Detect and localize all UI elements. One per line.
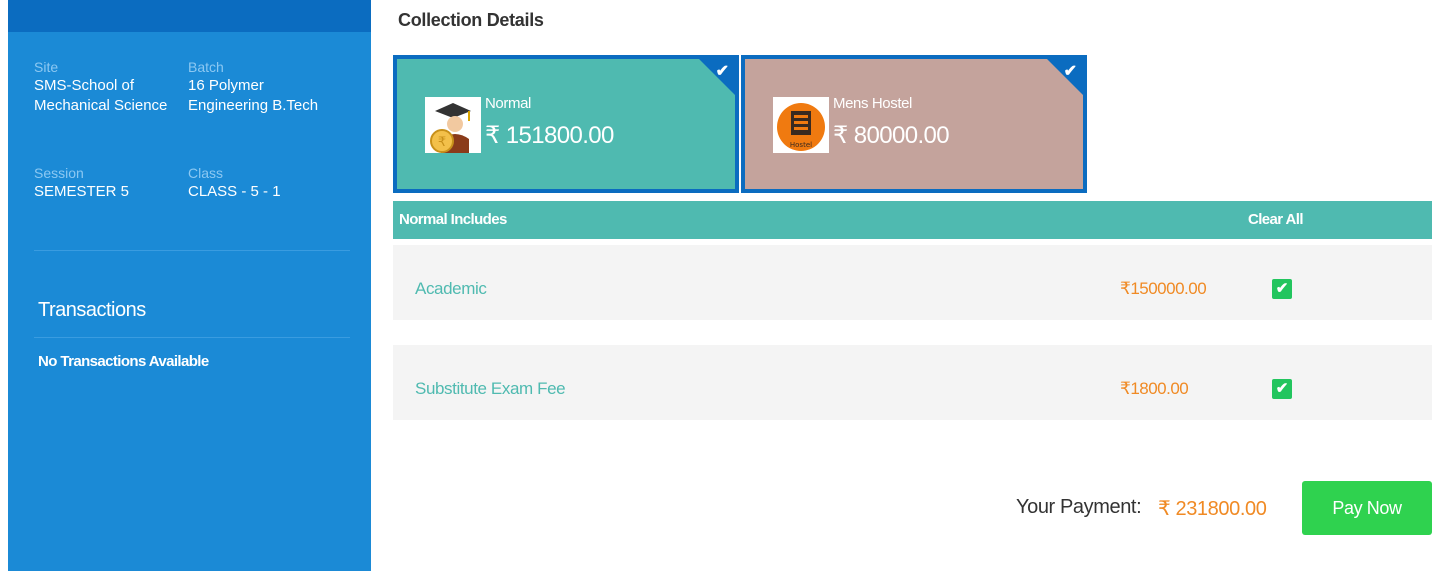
card-name: Mens Hostel [833,95,912,112]
payment-label: Your Payment: [1016,496,1142,518]
fee-card-mens-hostel[interactable]: ✔ Hostel Mens Hostel ₹ 80000.00 [741,55,1087,193]
sidebar: Site SMS-School of Mechanical Science Ba… [8,0,371,571]
hostel-icon: Hostel [773,97,829,153]
section-title: Collection Details [398,10,544,30]
card-amount: ₹ 80000.00 [833,122,950,149]
session-value: SEMESTER 5 [34,183,130,200]
batch-value-line1: 16 Polymer [188,77,264,94]
fee-checkbox[interactable]: ✔ [1272,279,1292,299]
session-info: Session SEMESTER 5 [34,164,194,202]
fee-name: Substitute Exam Fee [415,379,566,398]
svg-text:₹: ₹ [438,135,446,150]
batch-info: Batch 16 Polymer Engineering B.Tech [188,58,348,116]
sidebar-divider [34,250,350,251]
fee-card-normal[interactable]: ✔ ₹ Normal ₹ 151800.00 [393,55,739,193]
pay-now-button[interactable]: Pay Now [1302,481,1432,535]
fee-name: Academic [415,279,487,298]
fee-checkbox[interactable]: ✔ [1272,379,1292,399]
includes-title: Normal Includes [399,211,507,228]
session-label: Session [34,165,84,181]
card-name: Normal [485,95,531,112]
card-amount: ₹ 151800.00 [485,122,614,149]
site-label: Site [34,59,59,75]
fee-amount: ₹1800.00 [1120,379,1189,398]
fee-row-academic: Academic ₹150000.00 ✔ [393,245,1432,320]
hostel-icon-text: Hostel [790,141,812,149]
site-info: Site SMS-School of Mechanical Science [34,58,194,116]
transactions-title: Transactions [38,299,146,321]
checkmark-icon: ✔ [715,63,729,80]
graduate-icon: ₹ [425,97,481,153]
transactions-divider [34,337,350,338]
batch-value-line2: Engineering B.Tech [188,97,319,114]
class-value: CLASS - 5 - 1 [188,183,281,200]
site-value-line1: SMS-School of [34,77,135,94]
site-value-line2: Mechanical Science [34,97,168,114]
sidebar-header-bar [8,0,371,32]
transactions-empty-message: No Transactions Available [38,353,209,370]
batch-label: Batch [188,59,224,75]
payment-amount: ₹ 231800.00 [1158,498,1267,520]
class-info: Class CLASS - 5 - 1 [188,164,348,202]
includes-header: Normal Includes Clear All [393,201,1432,239]
page: Site SMS-School of Mechanical Science Ba… [0,0,1440,571]
class-label: Class [188,165,224,181]
fee-amount: ₹150000.00 [1120,279,1207,298]
checkmark-icon: ✔ [1063,63,1077,80]
fee-row-substitute-exam-fee: Substitute Exam Fee ₹1800.00 ✔ [393,345,1432,420]
clear-all-link[interactable]: Clear All [1248,211,1304,228]
